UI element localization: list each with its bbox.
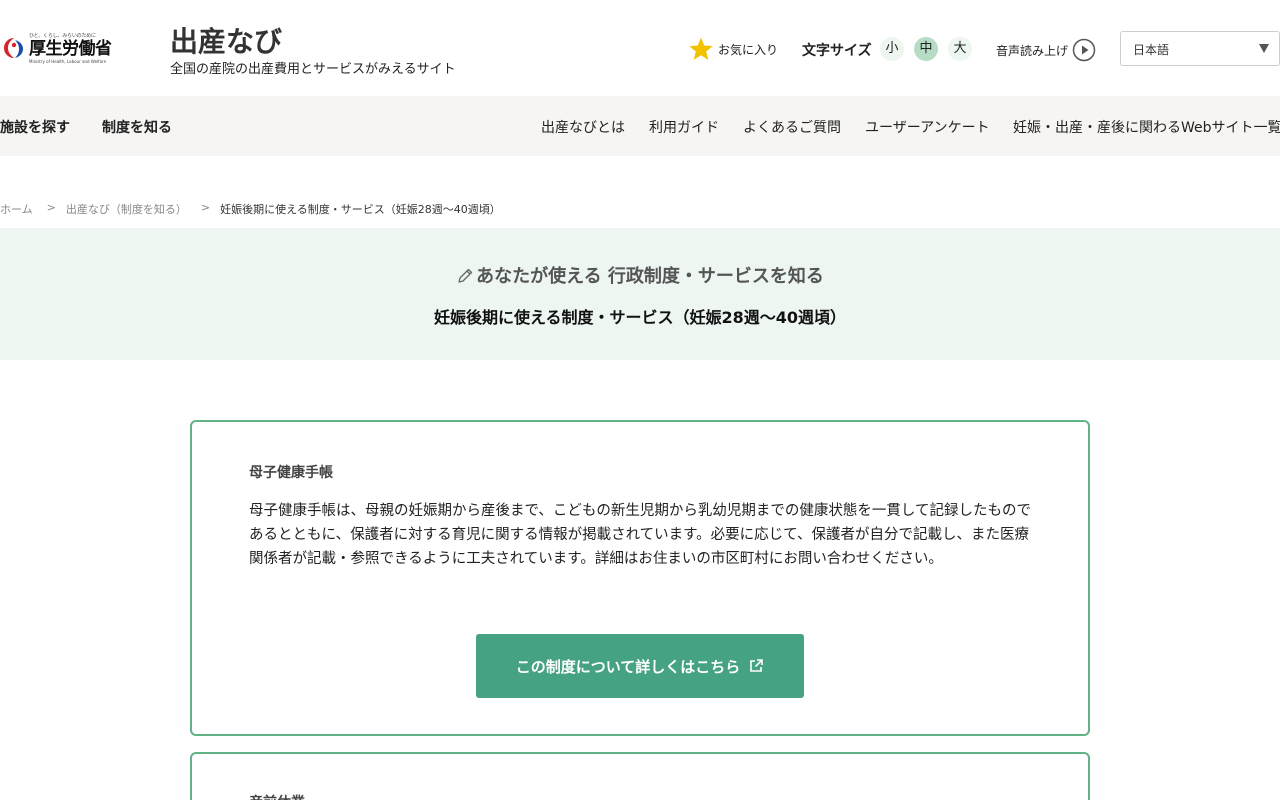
breadcrumb-home[interactable]: ホーム: [0, 201, 33, 217]
voice-reading-label: 音声読み上げ: [996, 43, 1069, 58]
font-size-label: 文字サイズ: [802, 43, 872, 59]
nav-faq[interactable]: よくあるご質問: [743, 117, 841, 137]
details-link-label: この制度について詳しくはこちら: [515, 657, 741, 676]
favorites-label: お気に入り: [718, 42, 779, 57]
nav-find-facility[interactable]: 施設を探す: [0, 117, 70, 137]
font-size-medium-button[interactable]: 中: [914, 37, 938, 61]
voice-reading-button[interactable]: 音声読み上げ: [996, 37, 1096, 63]
breadcrumb-section[interactable]: 出産なび（制度を知る）: [66, 201, 187, 217]
system-card: 産前休業: [190, 752, 1090, 800]
language-selected-value: 日本語: [1133, 43, 1170, 57]
nav-survey[interactable]: ユーザーアンケート: [865, 117, 990, 137]
chevron-down-icon: [1259, 44, 1269, 53]
breadcrumb-separator: >: [200, 201, 211, 214]
site-subtitle: 全国の産院の出産費用とサービスがみえるサイト: [170, 62, 456, 77]
nav-guide[interactable]: 利用ガイド: [649, 117, 719, 137]
card-description: 母子健康手帳は、母親の妊娠期から産後まで、こどもの新生児期から乳幼児期までの健康…: [249, 503, 1031, 567]
hero-kicker: あなたが使える 行政制度・サービスを知る: [0, 262, 1280, 288]
font-size-small-button[interactable]: 小: [880, 37, 904, 61]
card-title: 母子健康手帳: [249, 465, 333, 481]
nav-about[interactable]: 出産なびとは: [541, 117, 625, 137]
breadcrumb: ホーム > 出産なび（制度を知る） > 妊娠後期に使える制度・サービス（妊娠28…: [0, 201, 501, 217]
site-header: ひと、くらし、みらいのために 厚生労働省 Ministry of Health,…: [0, 0, 1280, 96]
nav-related-sites[interactable]: 妊娠・出産・産後に関わるWebサイト一覧: [1013, 117, 1280, 137]
language-select[interactable]: 日本語: [1120, 31, 1280, 66]
page-hero: あなたが使える 行政制度・サービスを知る 妊娠後期に使える制度・サービス（妊娠2…: [0, 228, 1280, 360]
external-link-icon: [750, 659, 764, 672]
nav-know-system[interactable]: 制度を知る: [102, 117, 172, 137]
ministry-text: ひと、くらし、みらいのために 厚生労働省 Ministry of Health,…: [29, 33, 112, 64]
system-card: 母子健康手帳 母子健康手帳は、母親の妊娠期から産後まで、こどもの新生児期から乳幼…: [190, 420, 1090, 736]
global-nav: 施設を探す 制度を知る 出産なびとは 利用ガイド よくあるご質問 ユーザーアンケ…: [0, 96, 1280, 156]
details-link-button[interactable]: この制度について詳しくはこちら: [476, 634, 804, 698]
star-icon: [689, 37, 713, 60]
site-title[interactable]: 出産なび: [170, 20, 282, 60]
hero-kicker-text: あなたが使える 行政制度・サービスを知る: [476, 266, 824, 287]
font-size-large-button[interactable]: 大: [948, 37, 972, 61]
ministry-name: 厚生労働省: [29, 38, 112, 59]
ministry-english-name: Ministry of Health, Labour and Welfare: [29, 58, 107, 64]
ministry-mark-icon: [4, 38, 23, 58]
ministry-logo[interactable]: ひと、くらし、みらいのために 厚生労働省 Ministry of Health,…: [2, 30, 112, 66]
breadcrumb-separator: >: [46, 201, 56, 214]
pen-icon: [458, 268, 473, 283]
breadcrumb-current: 妊娠後期に使える制度・サービス（妊娠28週〜40週頃）: [220, 203, 501, 216]
page-title: 妊娠後期に使える制度・サービス（妊娠28週〜40週頃）: [433, 308, 847, 327]
favorites-button[interactable]: お気に入り: [688, 34, 778, 64]
card-title: 産前休業: [249, 792, 305, 800]
play-icon: [1072, 38, 1096, 62]
